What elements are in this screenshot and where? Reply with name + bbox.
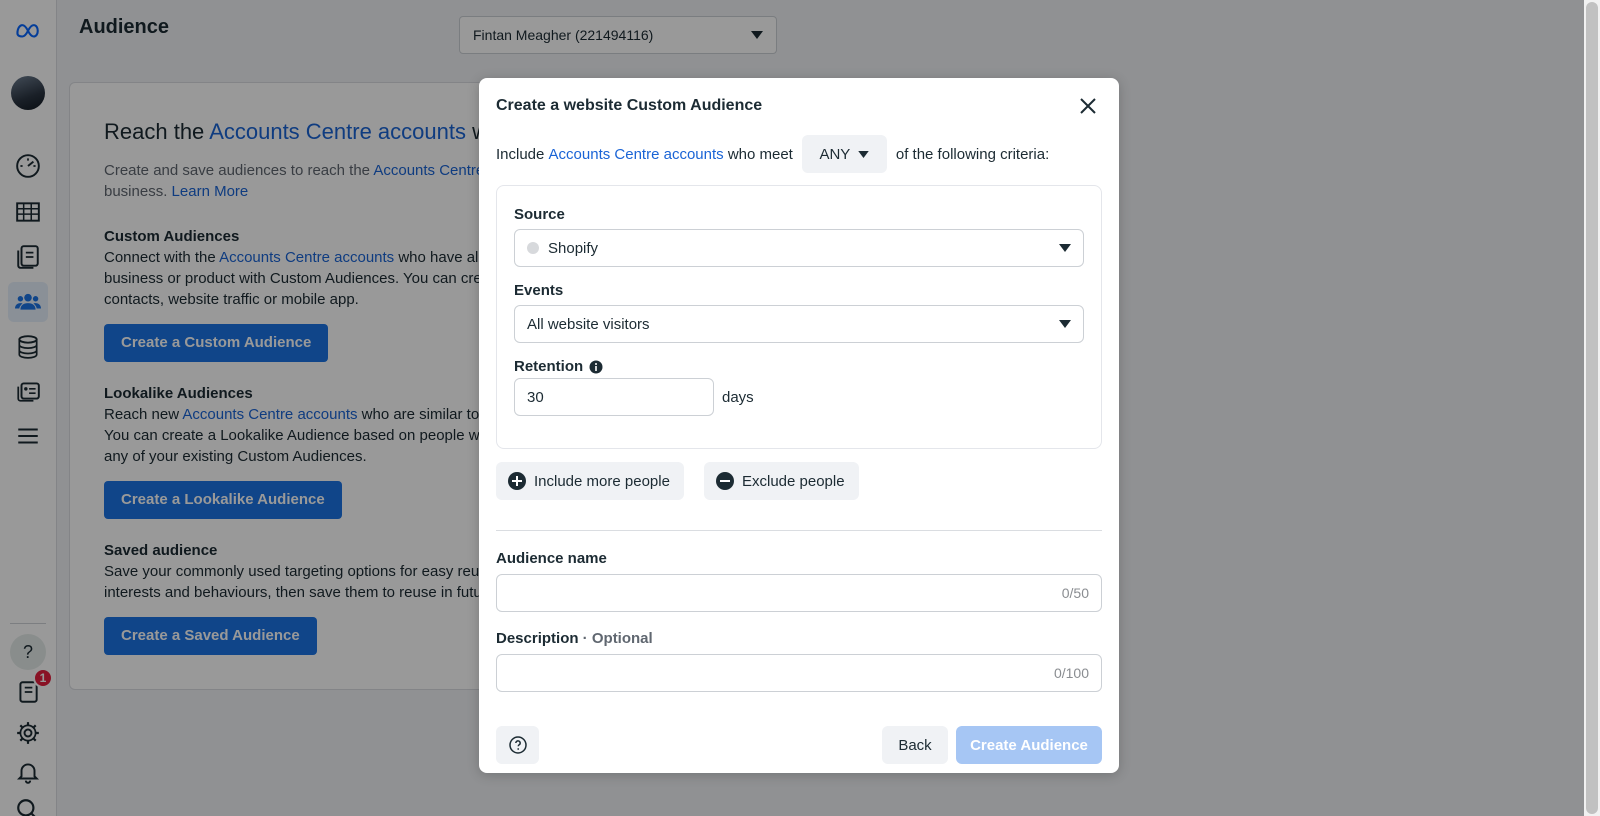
exclude-label: Exclude people bbox=[742, 472, 845, 490]
match-type-dropdown[interactable]: ANY bbox=[801, 135, 887, 173]
exclude-people-button[interactable]: Exclude people bbox=[704, 462, 859, 500]
caret-down-icon bbox=[858, 150, 870, 158]
create-website-audience-dialog: Create a website Custom Audience Include… bbox=[479, 78, 1119, 773]
inclusion-rule-box: Source Shopify Events All website visito… bbox=[496, 185, 1102, 449]
description-label-text: Description bbox=[496, 630, 579, 647]
plus-circle-icon bbox=[508, 472, 526, 490]
audience-name-counter: 0/50 bbox=[1061, 585, 1089, 601]
include-more-people-button[interactable]: Include more people bbox=[496, 462, 684, 500]
events-dropdown[interactable]: All website visitors bbox=[514, 305, 1084, 343]
dialog-title: Create a website Custom Audience bbox=[496, 97, 763, 114]
question-circle-icon bbox=[508, 736, 527, 754]
scrollbar-thumb[interactable] bbox=[1586, 2, 1598, 814]
source-value: Shopify bbox=[548, 239, 599, 257]
criteria-prefix: Include bbox=[496, 145, 545, 163]
criteria-mid: who meet bbox=[727, 145, 793, 163]
shopify-status-icon bbox=[527, 242, 539, 254]
audience-name-label: Audience name bbox=[496, 550, 607, 567]
description-input[interactable]: 0/100 bbox=[496, 654, 1102, 692]
separator: · bbox=[578, 630, 592, 647]
include-more-label: Include more people bbox=[534, 472, 670, 490]
info-icon[interactable] bbox=[589, 360, 603, 374]
description-label: Description · Optional bbox=[496, 630, 653, 647]
criteria-suffix: of the following criteria: bbox=[895, 145, 1050, 163]
description-counter: 0/100 bbox=[1053, 665, 1089, 681]
section-divider bbox=[496, 530, 1102, 531]
optional-tag: Optional bbox=[591, 630, 653, 647]
create-audience-button[interactable]: Create Audience bbox=[956, 726, 1102, 764]
page-scrollbar[interactable] bbox=[1584, 0, 1600, 816]
audience-name-input[interactable]: 0/50 bbox=[496, 574, 1102, 612]
accounts-centre-link[interactable]: Accounts Centre accounts bbox=[549, 146, 724, 163]
match-type-value: ANY bbox=[819, 145, 851, 163]
retention-label-row: Retention bbox=[514, 358, 603, 375]
back-button[interactable]: Back bbox=[882, 726, 948, 764]
events-value: All website visitors bbox=[527, 315, 650, 333]
help-button[interactable] bbox=[496, 726, 539, 764]
retention-label: Retention bbox=[514, 358, 584, 375]
caret-down-icon bbox=[1059, 320, 1071, 328]
source-dropdown[interactable]: Shopify bbox=[514, 229, 1084, 267]
retention-unit: days bbox=[722, 388, 754, 406]
source-label: Source bbox=[514, 206, 565, 223]
close-icon[interactable] bbox=[1077, 95, 1099, 117]
retention-days-input[interactable]: 30 bbox=[514, 378, 714, 416]
events-label: Events bbox=[514, 282, 564, 299]
minus-circle-icon bbox=[716, 472, 734, 490]
caret-down-icon bbox=[1059, 244, 1071, 252]
criteria-row: Include Accounts Centre accounts who mee… bbox=[496, 134, 1049, 174]
